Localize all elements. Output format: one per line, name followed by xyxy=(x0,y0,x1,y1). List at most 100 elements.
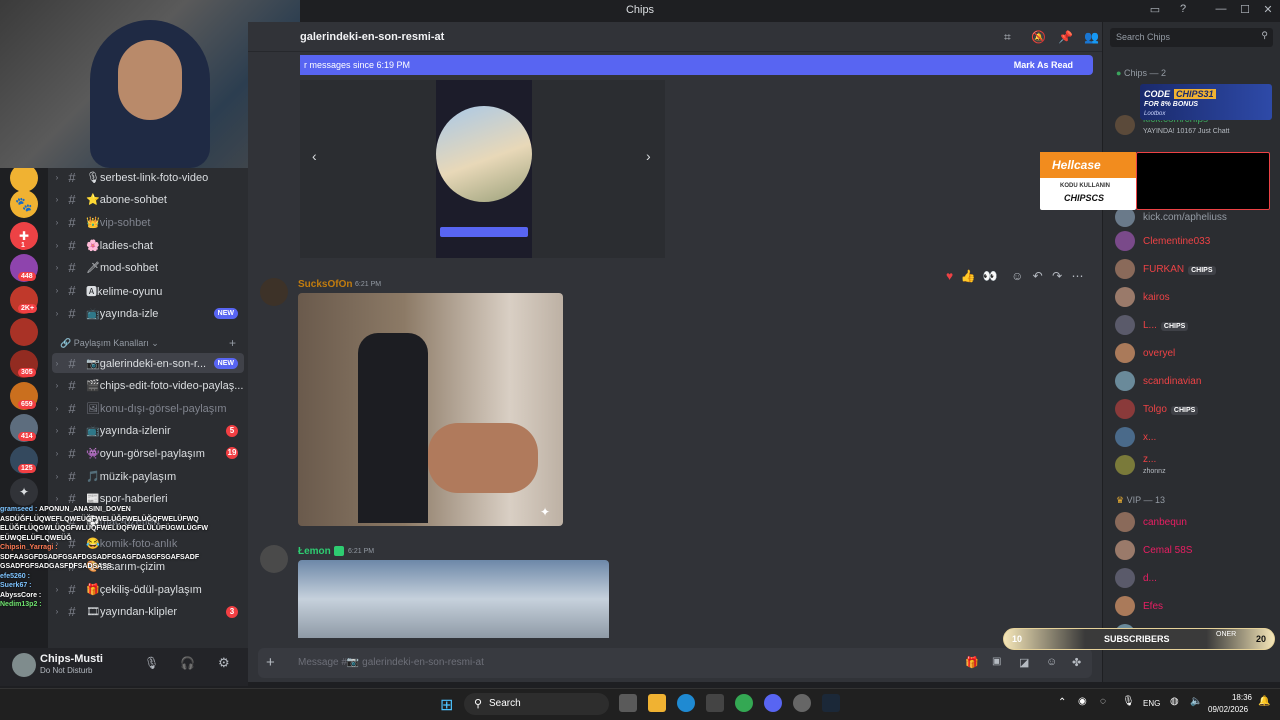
clock-date[interactable]: 09/02/2026 xyxy=(1208,705,1248,714)
forward-icon[interactable]: ↷ xyxy=(1052,269,1062,283)
microphone-icon[interactable]: 🎙 xyxy=(144,656,159,670)
sticker-icon[interactable]: ◪ xyxy=(1019,656,1029,669)
message-image[interactable] xyxy=(298,293,563,526)
obs-icon[interactable] xyxy=(793,694,811,712)
member-item[interactable]: kairos xyxy=(1115,286,1275,308)
message-author[interactable]: Łemon xyxy=(298,546,344,557)
add-channel-icon[interactable]: + xyxy=(229,336,236,350)
channel-item[interactable]: › # 📷galerindeki-en-son-r... NEW xyxy=(52,353,244,373)
message-input[interactable]: Message #📷 galerindeki-en-son-resmi-at xyxy=(298,657,484,668)
chevron-right-icon: › xyxy=(55,240,59,250)
gif-icon[interactable]: ▣ xyxy=(992,656,1001,667)
threads-icon[interactable]: ⌗ xyxy=(1004,30,1011,45)
member-item[interactable]: d... xyxy=(1115,567,1275,589)
language-indicator[interactable]: ENG xyxy=(1143,699,1160,708)
member-avatar xyxy=(1115,371,1135,391)
subscribers-label: SUBSCRIBERS xyxy=(1104,634,1170,644)
member-item[interactable]: Efes xyxy=(1115,595,1275,617)
store-icon[interactable] xyxy=(706,694,724,712)
mark-as-read-button[interactable]: Mark As Read xyxy=(1014,60,1073,70)
carousel-image[interactable] xyxy=(436,80,532,258)
member-item[interactable]: L... CHIPS xyxy=(1115,314,1275,336)
server-icon[interactable] xyxy=(10,164,38,192)
notifications-muted-icon[interactable]: 🔕 xyxy=(1031,30,1046,44)
member-item[interactable]: overyel xyxy=(1115,342,1275,364)
add-reaction-icon[interactable]: ☺ xyxy=(1011,269,1023,283)
channel-item[interactable]: › # 📺yayında-izle NEW xyxy=(52,303,244,323)
channel-item[interactable]: › # 🌸ladies-chat xyxy=(52,235,244,255)
member-item[interactable]: FURKAN CHIPS xyxy=(1115,258,1275,280)
channel-item[interactable]: › # 🎙serbest-link-foto-video xyxy=(52,167,244,187)
apps-icon[interactable]: ✤ xyxy=(1072,656,1081,669)
member-item[interactable]: scandinavian xyxy=(1115,370,1275,392)
notifications-icon[interactable]: 🔔 xyxy=(1258,696,1270,707)
channel-item[interactable]: › # ⭐abone-sohbet xyxy=(52,190,244,210)
reply-icon[interactable]: ↶ xyxy=(1033,269,1043,283)
help-icon[interactable]: ? xyxy=(1176,3,1190,17)
settings-gear-icon[interactable]: ⚙ xyxy=(218,655,230,671)
clock-time[interactable]: 18:36 xyxy=(1220,693,1252,702)
channel-item[interactable]: › # 👑vip-sohbet xyxy=(52,212,244,232)
search-input[interactable]: Search Chips ⚲ xyxy=(1110,28,1273,47)
steam-icon[interactable] xyxy=(822,694,840,712)
channel-name: yayında-izle xyxy=(99,307,159,320)
maximize-button[interactable]: ☐ xyxy=(1238,3,1252,17)
volume-icon[interactable]: 🔈 xyxy=(1190,696,1202,707)
heart-reaction-icon[interactable]: ♥ xyxy=(946,269,953,283)
stream-chat-line: Nedim13p2 : xyxy=(0,600,200,610)
chrome-icon[interactable] xyxy=(735,694,753,712)
channel-item[interactable]: › # 👾oyun-görsel-paylaşım 19 xyxy=(52,443,244,463)
pin-icon[interactable]: 📌 xyxy=(1058,30,1073,44)
channel-emoji: 👑 xyxy=(86,216,100,229)
more-options-icon[interactable]: ⋯ xyxy=(1071,269,1083,283)
member-item[interactable]: x... xyxy=(1115,426,1275,448)
thumbs-up-reaction-icon[interactable]: 👍 xyxy=(960,269,975,283)
search-placeholder: Search Chips xyxy=(1116,32,1171,42)
task-view-icon[interactable] xyxy=(619,694,637,712)
close-button[interactable]: ✕ xyxy=(1261,3,1275,17)
carousel-prev-icon[interactable]: ‹ xyxy=(312,148,317,164)
minimize-button[interactable]: — xyxy=(1214,3,1228,17)
gift-icon[interactable]: 🎁 xyxy=(965,656,979,669)
member-item[interactable]: Tolgo CHIPS xyxy=(1115,398,1275,420)
headphones-icon[interactable]: 🎧 xyxy=(180,656,195,670)
tray-discord-icon[interactable]: ◉ xyxy=(1078,696,1087,707)
member-item[interactable]: Clementine033 xyxy=(1115,230,1275,252)
channel-item[interactable]: › # 📺yayında-izlenir 5 xyxy=(52,421,244,441)
message-author[interactable]: SucksOfOn xyxy=(298,279,352,290)
paw-server-icon[interactable]: 🐾 xyxy=(10,190,38,218)
author-avatar[interactable] xyxy=(260,278,288,306)
tray-mic-icon[interactable]: 🎙 xyxy=(1122,696,1135,707)
member-item[interactable]: canbequn xyxy=(1115,511,1275,533)
edge-icon[interactable] xyxy=(677,694,695,712)
member-item[interactable]: z... zhonnz xyxy=(1115,454,1275,476)
server-icon[interactable] xyxy=(10,318,38,346)
author-avatar[interactable] xyxy=(260,545,288,573)
attach-plus-icon[interactable]: + xyxy=(266,654,275,671)
new-messages-banner[interactable]: r messages since 6:19 PM Mark As Read xyxy=(300,55,1093,75)
category-header[interactable]: 🔗 Paylaşım Kanalları ⌄ xyxy=(60,338,159,349)
tray-chevron-icon[interactable]: ⌃ xyxy=(1058,697,1066,708)
member-item[interactable]: Cemal 58S xyxy=(1115,539,1275,561)
discord-icon[interactable] xyxy=(764,694,782,712)
message-image[interactable] xyxy=(298,560,609,638)
network-icon[interactable]: ◍ xyxy=(1170,696,1179,707)
windows-start-icon[interactable]: ⊞ xyxy=(440,695,453,715)
member-list-icon[interactable]: 👥 xyxy=(1084,30,1099,44)
explore-servers-icon[interactable]: ✦ xyxy=(10,478,38,506)
inbox-icon[interactable]: ▭ xyxy=(1148,3,1162,17)
channel-item[interactable]: › # 🅰kelime-oyunu xyxy=(52,281,244,301)
emoji-icon[interactable]: ☺ xyxy=(1046,656,1057,668)
subscribers-goal: 20 xyxy=(1255,634,1266,644)
eyes-reaction-icon[interactable]: 👀 xyxy=(983,269,998,283)
channel-item[interactable]: › # 🗡mod-sohbet xyxy=(52,258,244,278)
channel-item[interactable]: › # 🖼konu-dışı-görsel-paylaşım xyxy=(52,398,244,418)
user-avatar[interactable] xyxy=(12,653,36,677)
taskbar-search[interactable]: ⚲ Search xyxy=(464,693,609,715)
channel-item[interactable]: › # 🎵müzik-paylaşım xyxy=(52,466,244,486)
channel-item[interactable]: › # 🎬chips-edit-foto-video-paylaş... xyxy=(52,376,244,396)
channel-label: 🎬chips-edit-foto-video-paylaş... xyxy=(86,379,244,392)
tray-icon[interactable]: ◌ xyxy=(1100,696,1106,707)
carousel-next-icon[interactable]: › xyxy=(646,148,651,164)
file-explorer-icon[interactable] xyxy=(648,694,666,712)
